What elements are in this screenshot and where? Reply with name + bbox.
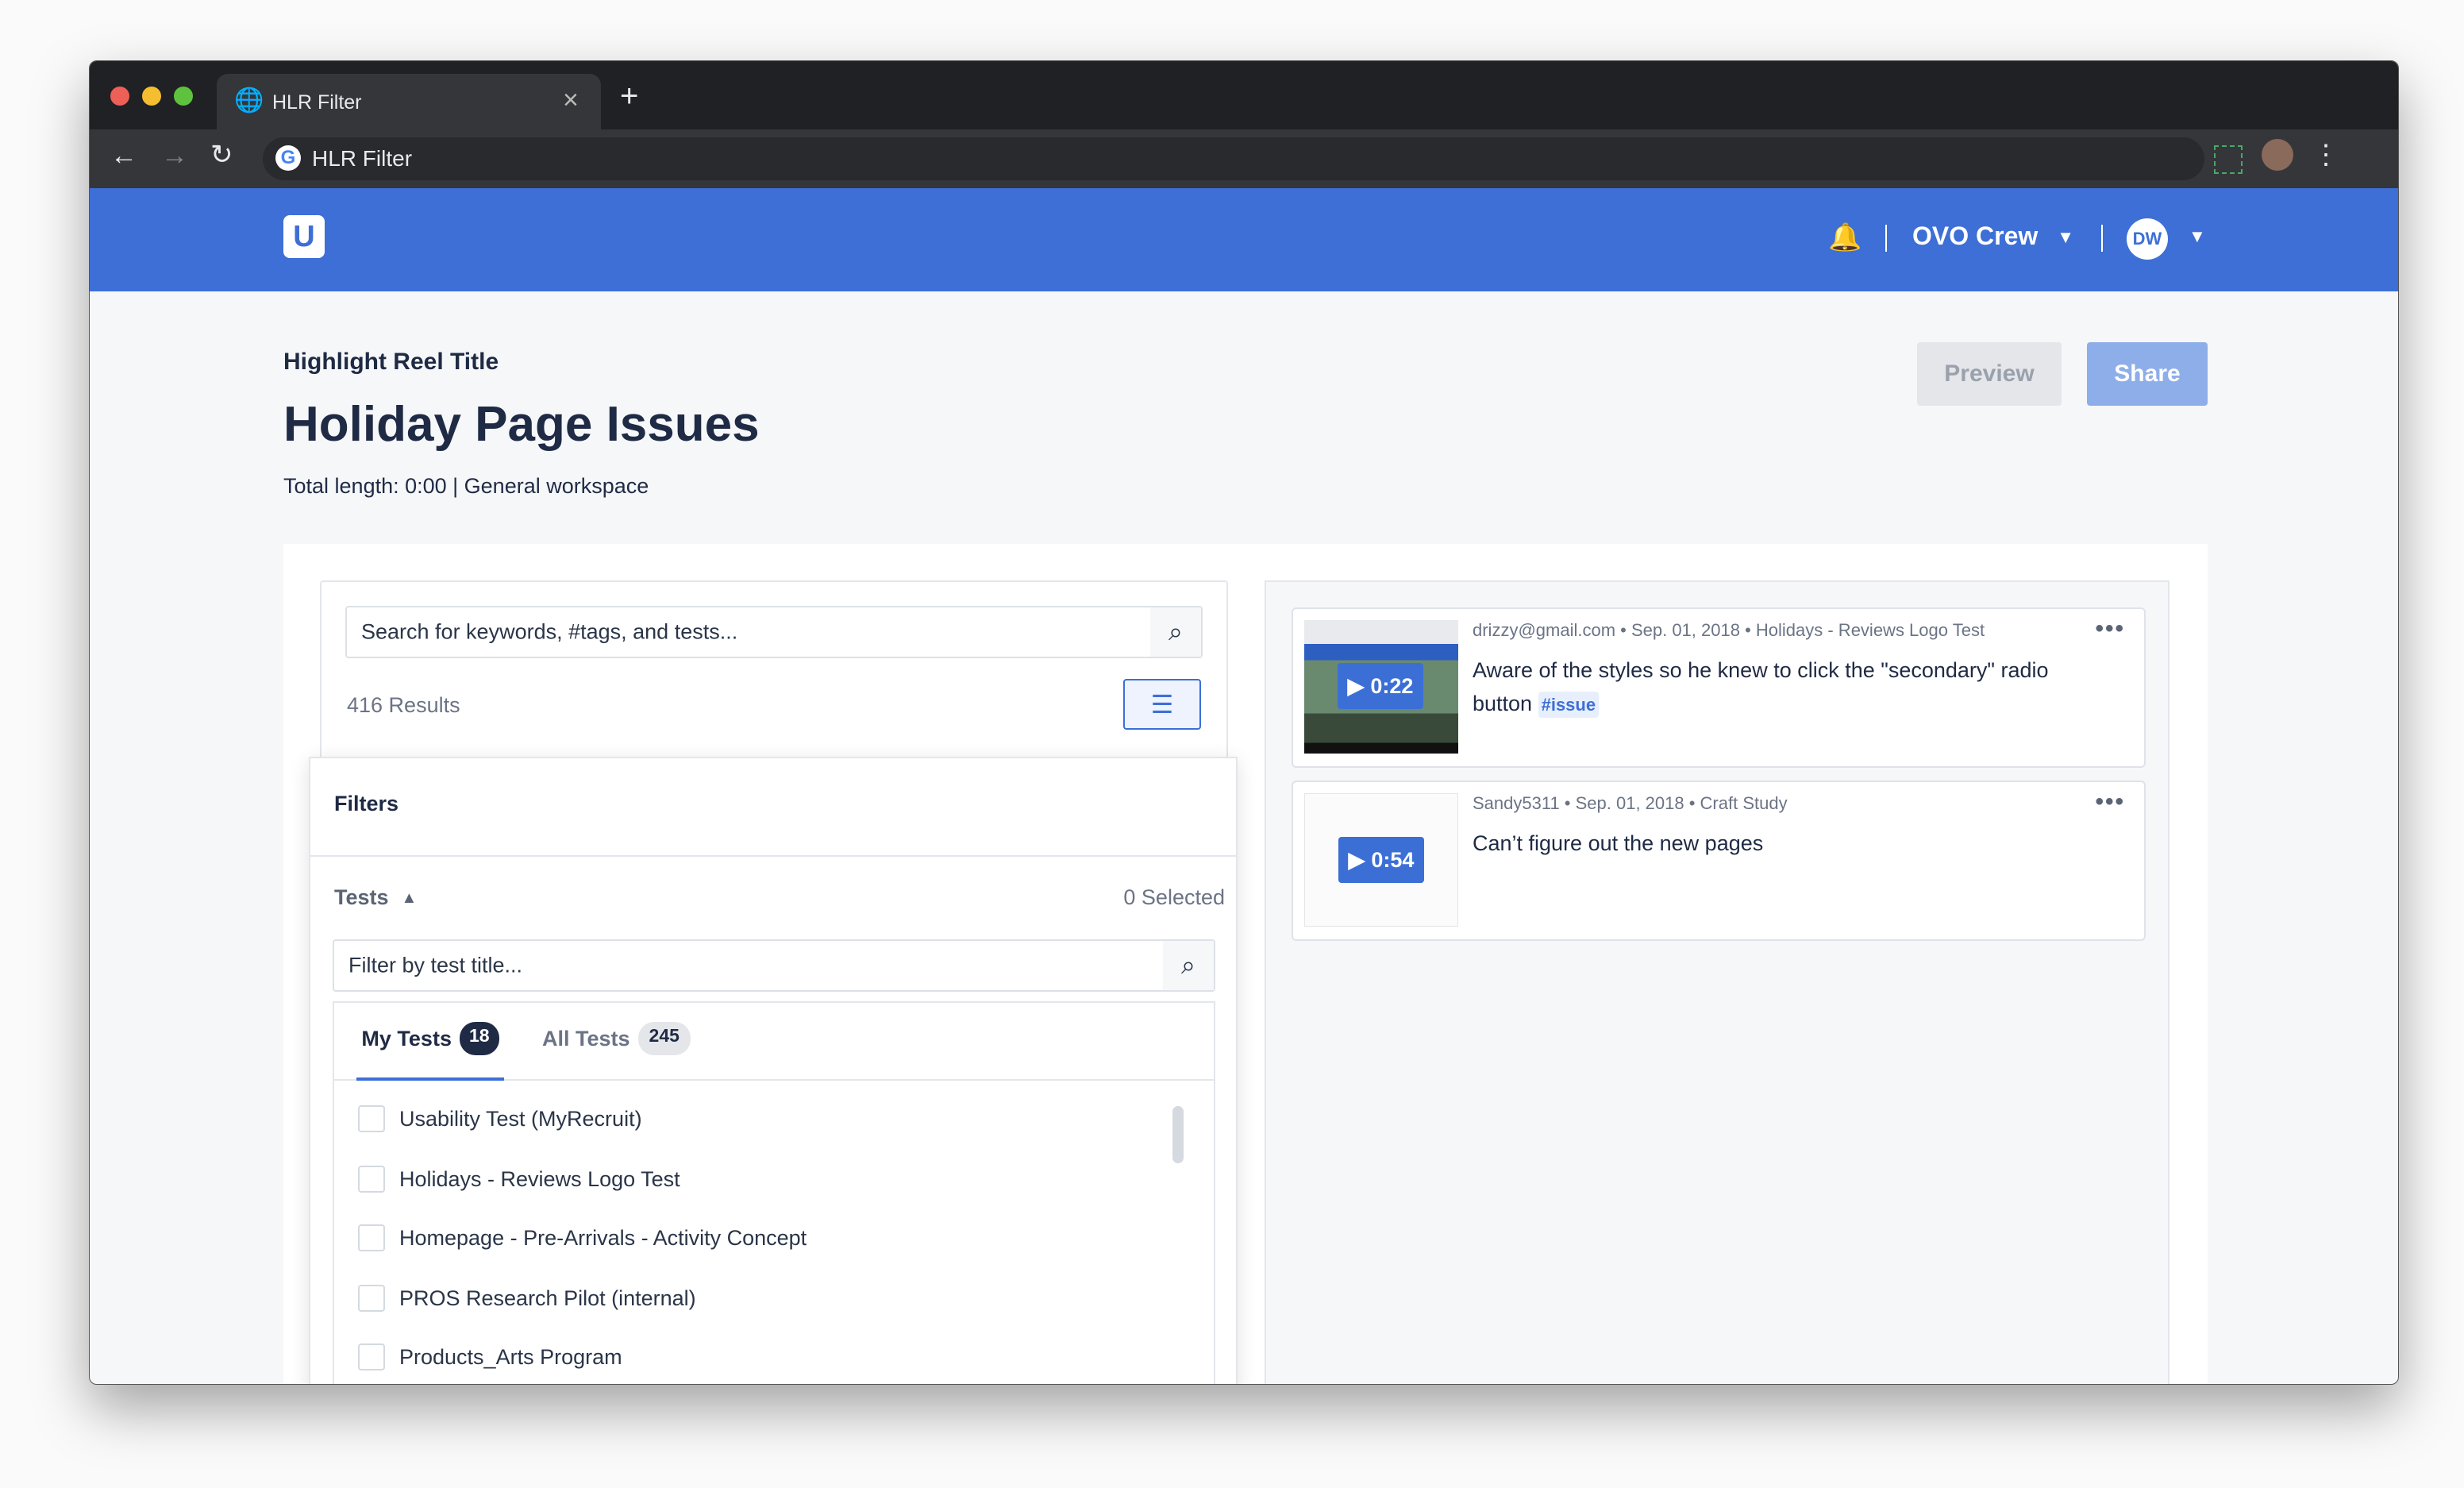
checkbox[interactable]: [358, 1285, 385, 1312]
workspace-name: OVO Crew: [1912, 222, 2039, 250]
clip-meta: drizzy@gmail.com • Sep. 01, 2018 • Holid…: [1473, 620, 1985, 640]
tab-title: HLR Filter: [272, 91, 362, 114]
filters-dropdown: Filters Tests ▲ 0 Selected Filter by test…: [309, 757, 1238, 1384]
address-text: HLR Filter: [312, 146, 413, 171]
clip-duration: 0:22: [1370, 673, 1414, 698]
search-box: Search for keywords, #tags, and tests...…: [320, 580, 1228, 771]
address-bar[interactable]: G HLR Filter: [263, 137, 2204, 180]
test-item[interactable]: PROS Research Pilot (internal): [358, 1282, 696, 1314]
browser-menu-icon[interactable]: ⋮: [2312, 139, 2339, 171]
tab-all-tests[interactable]: All Tests 245: [542, 1022, 691, 1055]
browser-window: 🌐 HLR Filter × + ← → ↻ G HLR Filter ⋮ U …: [89, 60, 2399, 1385]
search-icon: ⌕: [1168, 617, 1183, 646]
test-item-label: Usability Test (MyRecruit): [399, 1106, 642, 1131]
browser-tab[interactable]: 🌐 HLR Filter ×: [217, 74, 601, 129]
results-count: 416 Results: [347, 693, 460, 717]
checkbox[interactable]: [358, 1166, 385, 1193]
tab-bar: 🌐 HLR Filter × +: [90, 61, 2398, 129]
minimize-window-button[interactable]: [142, 87, 161, 106]
clip-text: Aware of the styles so he knew to click …: [1473, 653, 2076, 722]
clips-list: ▶ 0:22 drizzy@gmail.com • Sep. 01, 2018 •…: [1265, 580, 2169, 1384]
extension-icon[interactable]: [2214, 145, 2243, 174]
tests-section-toggle[interactable]: Tests ▲: [334, 885, 417, 911]
test-filter-input[interactable]: Filter by test title... ⌕: [333, 939, 1215, 992]
google-icon: G: [275, 145, 301, 171]
play-duration-button[interactable]: ▶ 0:54: [1338, 837, 1424, 883]
maximize-window-button[interactable]: [174, 87, 193, 106]
clip-thumbnail[interactable]: ▶ 0:54: [1304, 793, 1458, 927]
app-logo[interactable]: U: [283, 215, 325, 258]
sliders-icon: ☰: [1150, 690, 1174, 719]
app-header: U 🔔 OVO Crew ▼ DW ▼: [90, 188, 2398, 291]
filters-heading: Filters: [334, 792, 399, 815]
tests-list-box: My Tests 18 All Tests 245 Usability Test…: [333, 1001, 1215, 1384]
more-options-icon[interactable]: •••: [2095, 788, 2125, 815]
divider: [2101, 225, 2103, 252]
close-window-button[interactable]: [110, 87, 129, 106]
tab-count-badge: 245: [637, 1022, 691, 1055]
chevron-down-icon[interactable]: ▼: [2189, 226, 2206, 247]
divider: [1885, 225, 1887, 252]
user-avatar[interactable]: DW: [2127, 218, 2168, 260]
scrollbar[interactable]: [1172, 1106, 1184, 1163]
tag-chip[interactable]: #issue: [1538, 692, 1600, 718]
test-item-label: PROS Research Pilot (internal): [399, 1286, 696, 1310]
test-item[interactable]: Homepage - Pre-Arrivals - Activity Conce…: [358, 1222, 807, 1254]
checkbox[interactable]: [358, 1343, 385, 1370]
test-item[interactable]: Usability Test (MyRecruit): [358, 1103, 642, 1135]
tab-label: My Tests: [361, 1027, 452, 1050]
clip-card[interactable]: ▶ 0:54 Sandy5311 • Sep. 01, 2018 • Craft …: [1292, 781, 2146, 941]
tab-label: All Tests: [542, 1027, 630, 1050]
play-duration-button[interactable]: ▶ 0:22: [1338, 663, 1423, 709]
test-item-label: Products_Arts Program: [399, 1344, 622, 1369]
tab-my-tests[interactable]: My Tests 18: [356, 1022, 504, 1081]
test-filter-search-button[interactable]: ⌕: [1163, 941, 1214, 990]
workspace-dropdown[interactable]: OVO Crew ▼: [1912, 222, 2074, 253]
page-title: Holiday Page Issues: [283, 397, 760, 452]
divider: [310, 855, 1236, 857]
clip-note: Can’t figure out the new pages: [1473, 831, 1764, 855]
test-item-label: Homepage - Pre-Arrivals - Activity Conce…: [399, 1225, 807, 1250]
caret-up-icon: ▲: [401, 889, 418, 907]
search-input[interactable]: Search for keywords, #tags, and tests...…: [345, 606, 1203, 658]
test-item[interactable]: Holidays - Reviews Logo Test: [358, 1163, 680, 1195]
page-subtitle: Total length: 0:00 | General workspace: [283, 474, 649, 498]
clip-meta: Sandy5311 • Sep. 01, 2018 • Craft Study: [1473, 793, 1788, 813]
test-filter-placeholder: Filter by test title...: [348, 953, 523, 977]
chevron-down-icon: ▼: [2057, 227, 2075, 247]
tab-count-badge: 18: [459, 1022, 499, 1055]
checkbox[interactable]: [358, 1105, 385, 1132]
test-item[interactable]: Products_Arts Program: [358, 1341, 622, 1373]
clip-thumbnail[interactable]: ▶ 0:22: [1304, 620, 1458, 754]
clip-card[interactable]: ▶ 0:22 drizzy@gmail.com • Sep. 01, 2018 •…: [1292, 607, 2146, 768]
clip-duration: 0:54: [1371, 847, 1415, 872]
search-placeholder: Search for keywords, #tags, and tests...: [361, 619, 738, 644]
preview-button[interactable]: Preview: [1917, 342, 2062, 406]
search-button[interactable]: ⌕: [1150, 607, 1201, 657]
profile-avatar[interactable]: [2262, 139, 2293, 171]
forward-icon[interactable]: →: [161, 141, 188, 172]
back-icon[interactable]: ←: [110, 141, 137, 172]
close-tab-icon[interactable]: ×: [563, 85, 579, 116]
reload-icon[interactable]: ↻: [210, 139, 233, 171]
globe-icon: 🌐: [234, 87, 264, 114]
checkbox[interactable]: [358, 1224, 385, 1251]
tests-label: Tests: [334, 885, 389, 909]
play-icon: ▶: [1347, 673, 1365, 698]
more-options-icon[interactable]: •••: [2095, 615, 2125, 642]
bell-icon[interactable]: 🔔: [1828, 222, 1861, 253]
browser-toolbar: ← → ↻ G HLR Filter ⋮: [90, 129, 2398, 188]
search-icon: ⌕: [1181, 950, 1195, 979]
content-panel: Search for keywords, #tags, and tests...…: [283, 544, 2208, 1384]
test-item-label: Holidays - Reviews Logo Test: [399, 1166, 680, 1191]
play-icon: ▶: [1348, 847, 1365, 872]
share-button[interactable]: Share: [2087, 342, 2208, 406]
filter-toggle-button[interactable]: ☰: [1123, 679, 1201, 730]
selected-count: 0 Selected: [1123, 885, 1225, 909]
new-tab-button[interactable]: +: [620, 79, 638, 114]
eyebrow-label: Highlight Reel Title: [283, 349, 499, 375]
